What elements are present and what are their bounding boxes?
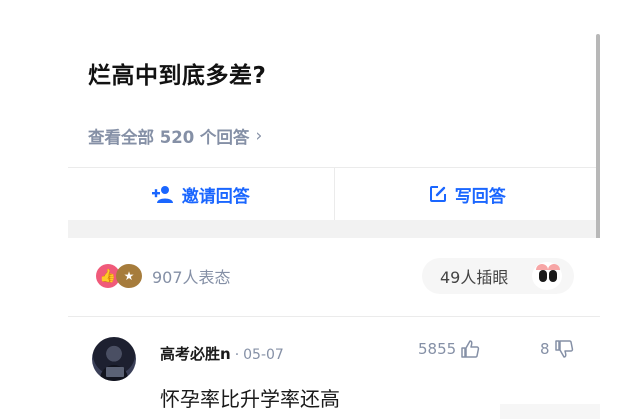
view-all-label: 查看全部 520 个回答 (88, 128, 250, 147)
edit-icon (429, 186, 446, 202)
like-count: 5855 (418, 340, 457, 358)
eye-mark-button[interactable]: 49人插眼 (422, 258, 574, 294)
bottom-overlay (500, 404, 600, 419)
comment-date: 05-07 (243, 347, 284, 363)
reactions-row: 👍 ★ 907人表态 49人插眼 (68, 238, 600, 316)
dislike-button[interactable]: 8 (540, 339, 574, 359)
write-answer-label: 写回答 (454, 186, 506, 207)
comment-meta: 高考必胜n · 05-07 (160, 343, 284, 364)
reactions-summary[interactable]: 👍 ★ 907人表态 (96, 264, 231, 288)
write-answer-button[interactable]: 写回答 (335, 168, 601, 220)
dislike-count: 8 (540, 340, 550, 358)
reactions-count: 907人表态 (152, 268, 231, 287)
section-separator (68, 220, 600, 238)
reaction-icons: 👍 ★ (96, 264, 146, 288)
like-button[interactable]: 5855 (418, 339, 480, 359)
thumbs-up-icon (461, 340, 480, 358)
comment-text: 怀孕率比升学率还高 (160, 387, 340, 411)
question-title[interactable]: 烂高中到底多差? (88, 56, 266, 90)
question-card: 烂高中到底多差? 查看全部 520 个回答 › 邀请回答 写回答 (68, 24, 600, 220)
avatar-laptop (106, 367, 124, 377)
add-user-icon (151, 186, 173, 203)
emoji-eye-left (539, 270, 547, 282)
view-all-answers-link[interactable]: 查看全部 520 个回答 › (88, 124, 262, 148)
invite-answer-label: 邀请回答 (181, 186, 250, 207)
invite-answer-button[interactable]: 邀请回答 (68, 168, 334, 220)
avatar[interactable] (92, 337, 136, 381)
scrollbar[interactable] (596, 34, 600, 242)
comment-author[interactable]: 高考必胜n (160, 343, 231, 364)
eye-mark-label: 49人插眼 (440, 268, 509, 287)
answer-page: 烂高中到底多差? 查看全部 520 个回答 › 邀请回答 写回答 👍 ★ 907… (0, 0, 636, 419)
meta-separator: · (234, 347, 240, 363)
thumbs-down-icon (554, 340, 573, 358)
question-actions: 邀请回答 写回答 (68, 168, 600, 220)
emoji-cheek-right (548, 264, 560, 270)
eyes-emoji-icon (532, 262, 562, 290)
chevron-right-icon: › (255, 126, 263, 146)
emoji-eye-right (549, 270, 557, 282)
gold-badge-icon: ★ (116, 264, 142, 288)
